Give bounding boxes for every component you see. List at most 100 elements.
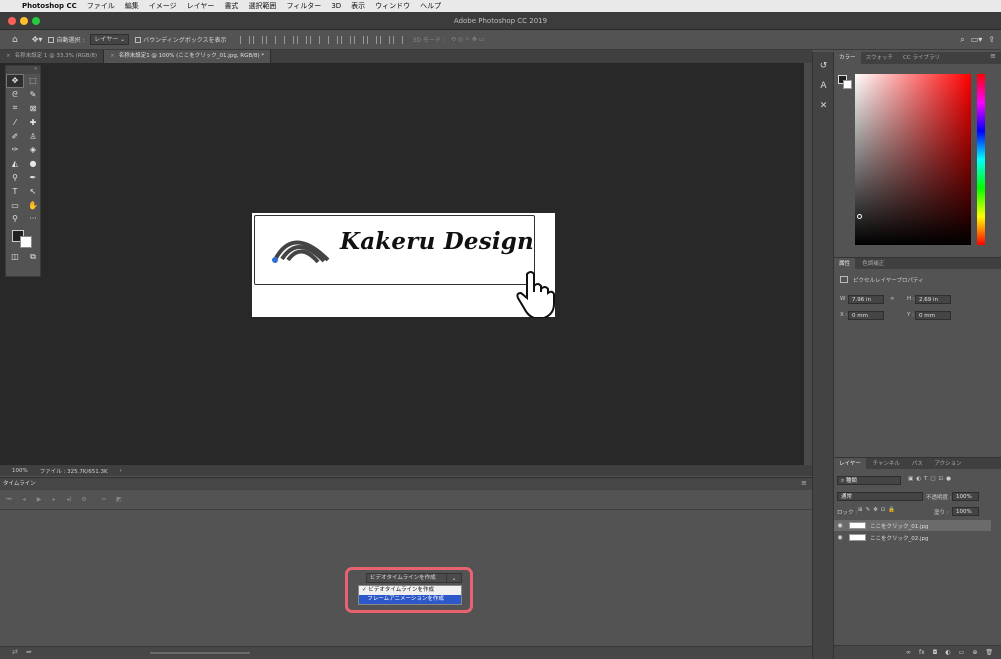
layer-name[interactable]: ここをクリック_02.jpg	[870, 534, 929, 542]
eraser-tool-icon[interactable]: ◈	[24, 143, 42, 157]
canvas-scrollbar[interactable]	[804, 63, 812, 465]
quick-mask-icon[interactable]: ◫	[6, 250, 24, 264]
history-icon[interactable]: ↺	[813, 56, 834, 76]
background-color-chip[interactable]	[843, 80, 852, 89]
layer-mask-icon[interactable]: ◘	[933, 649, 938, 656]
history-brush-tool-icon[interactable]: ✑	[6, 143, 24, 157]
tab-paths[interactable]: パス	[907, 458, 928, 470]
play-icon[interactable]: ▶	[33, 496, 45, 503]
screen-mode-icon[interactable]: ⧉	[24, 250, 42, 264]
new-group-icon[interactable]: ▭	[959, 649, 965, 656]
menu-select[interactable]: 選択範囲	[248, 1, 276, 11]
tab-channels[interactable]: チャンネル	[868, 458, 905, 470]
layer-row[interactable]: ◉ ここをクリック_02.jpg	[834, 532, 991, 543]
blend-mode-dropdown[interactable]: 通常	[837, 492, 923, 501]
transition-icon[interactable]: ◩	[113, 496, 125, 503]
menu-image[interactable]: イメージ	[149, 1, 177, 11]
color-panel-menu-icon[interactable]: ≡	[990, 52, 996, 60]
hand-tool-icon[interactable]: ✋	[24, 198, 42, 212]
link-icon[interactable]: ∞	[890, 296, 895, 302]
width-field[interactable]: 7.96 in	[848, 295, 884, 304]
eyedropper-tool-icon[interactable]: ⁄	[6, 115, 24, 129]
move-tool-icon[interactable]: ✥	[6, 74, 24, 88]
tab-layers[interactable]: レイヤー	[834, 458, 866, 470]
layer-name[interactable]: ここをクリック_01.jpg	[870, 522, 929, 530]
tab-cc-libraries[interactable]: CC ライブラリ	[898, 52, 945, 64]
split-scissors-icon[interactable]: ✂	[98, 496, 110, 503]
menu-item-video-timeline[interactable]: ✓ ビデオタイムラインを作成	[359, 586, 461, 595]
y-field[interactable]: 0 mm	[915, 311, 951, 320]
lasso-tool-icon[interactable]: ᘓ	[6, 88, 24, 102]
trash-icon[interactable]: 🗑	[985, 649, 993, 656]
menu-edit[interactable]: 編集	[125, 1, 139, 11]
tab-properties[interactable]: 属性	[834, 258, 856, 270]
convert-icon[interactable]: ⇄	[12, 648, 18, 656]
adjustment-layer-icon[interactable]: ◐	[945, 649, 950, 656]
menu-layer[interactable]: レイヤー	[187, 1, 215, 11]
menu-item-frame-animation[interactable]: フレームアニメーションを作成	[359, 595, 461, 604]
chevron-down-icon[interactable]: ⌄	[446, 573, 462, 583]
auto-select-target-dropdown[interactable]: レイヤー ⌄	[90, 34, 130, 45]
tools-panel-header[interactable]: «	[6, 66, 40, 74]
tab-swatches[interactable]: スウォッチ	[861, 52, 899, 64]
lock-icons[interactable]: ⊞✎✥⊡🔒	[858, 507, 898, 513]
app-menu[interactable]: Photoshop CC	[22, 2, 77, 10]
blur-tool-icon[interactable]: ●	[24, 157, 42, 171]
menu-3d[interactable]: 3D	[331, 2, 341, 10]
frame-tool-icon[interactable]: ⊠	[24, 102, 42, 116]
brush-tool-icon[interactable]: ✐	[6, 129, 24, 143]
layer-filter-icons[interactable]: ▣◐T▢⊡●	[908, 476, 954, 482]
close-tab-icon[interactable]: ×	[6, 53, 11, 59]
character-icon[interactable]: A	[813, 76, 834, 96]
layer-style-icon[interactable]: fx	[919, 649, 925, 656]
tab-color[interactable]: カラー	[834, 52, 861, 64]
quick-select-tool-icon[interactable]: ✎	[24, 88, 42, 102]
dodge-tool-icon[interactable]: ⚲	[6, 171, 24, 185]
3d-mode-icons[interactable]: ⟲ ◎ ✧ ✥ ▭	[451, 36, 485, 43]
background-color-swatch[interactable]	[20, 235, 32, 248]
opacity-field[interactable]: 100%	[952, 492, 979, 501]
tab-timeline[interactable]: タイムライン	[3, 478, 36, 490]
layer-filter-kind-dropdown[interactable]: ⌕ 種類	[837, 476, 901, 485]
fill-field[interactable]: 100%	[952, 507, 979, 516]
zoom-level[interactable]: 100%	[12, 468, 28, 474]
first-frame-icon[interactable]: ⏮	[3, 496, 15, 504]
status-menu-arrow-icon[interactable]: ›	[120, 468, 122, 474]
paint-bucket-tool-icon[interactable]: ◭	[6, 157, 24, 171]
home-icon[interactable]: ⌂	[12, 35, 18, 45]
timeline-panel-menu-icon[interactable]: ≡	[801, 479, 807, 487]
healing-brush-tool-icon[interactable]: ✚	[24, 115, 42, 129]
settings-gear-icon[interactable]: ⚙	[78, 496, 90, 503]
tools-preset-icon[interactable]: ✕	[813, 96, 834, 116]
color-picker-field[interactable]	[855, 74, 971, 245]
search-icon[interactable]: ⌕	[960, 35, 964, 45]
crop-tool-icon[interactable]: ⌗	[6, 102, 24, 116]
tab-adjustments[interactable]: 色調補正	[857, 258, 889, 270]
menu-file[interactable]: ファイル	[87, 1, 115, 11]
timeline-zoom-slider[interactable]	[150, 652, 250, 654]
eye-icon[interactable]: ◉	[834, 534, 846, 541]
hue-slider[interactable]	[977, 74, 985, 245]
previous-frame-icon[interactable]: ◂	[18, 496, 30, 503]
stamp-tool-icon[interactable]: ♙	[24, 129, 42, 143]
path-select-tool-icon[interactable]: ↖	[24, 184, 42, 198]
pen-tool-icon[interactable]: ✒	[24, 171, 42, 185]
type-tool-icon[interactable]: T	[6, 184, 24, 198]
next-frame-icon[interactable]: ▸	[48, 496, 60, 503]
height-field[interactable]: 2.69 in	[915, 295, 951, 304]
audio-icon[interactable]: ◂)	[63, 496, 75, 503]
menu-type[interactable]: 書式	[224, 1, 238, 11]
tab-document-2[interactable]: × 名称未設定1 @ 100% (ここをクリック_01.jpg, RGB/8) *	[104, 50, 272, 63]
layer-row[interactable]: ◉ ここをクリック_01.jpg	[834, 520, 991, 531]
shape-tool-icon[interactable]: ▭	[6, 198, 24, 212]
tab-document-1[interactable]: × 名称未設定 1 @ 33.3% (RGB/8)	[0, 50, 105, 63]
marquee-tool-icon[interactable]: ⬚	[24, 74, 42, 88]
more-tools-icon[interactable]: ···	[24, 212, 42, 226]
eye-icon[interactable]: ◉	[834, 522, 846, 529]
menu-filter[interactable]: フィルター	[286, 1, 321, 11]
new-layer-icon[interactable]: ⊕	[972, 649, 977, 656]
auto-select-checkbox[interactable]: 自動選択 :	[48, 35, 84, 44]
tab-actions[interactable]: アクション	[929, 458, 966, 470]
zoom-tool-icon[interactable]: ⚲	[6, 212, 24, 226]
link-layers-icon[interactable]: ∞	[906, 649, 911, 656]
